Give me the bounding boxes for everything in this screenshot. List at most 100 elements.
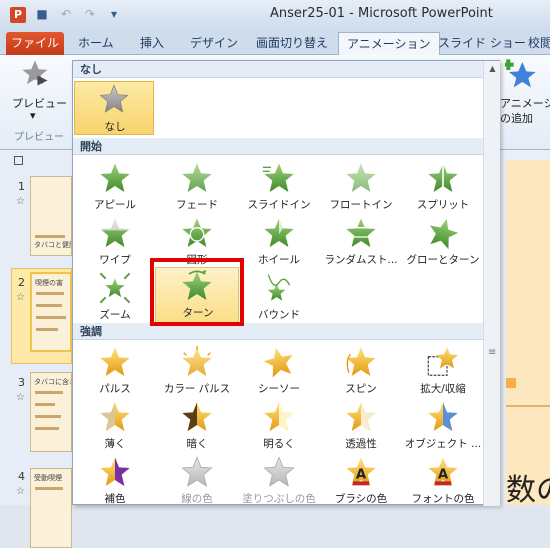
animation-float-in[interactable]: フロートイン <box>319 160 403 216</box>
item-label: フェード <box>176 199 218 211</box>
animation-fly-in[interactable]: スライドイン <box>237 160 321 216</box>
animation-pulse[interactable]: パルス <box>73 344 157 400</box>
tab-review[interactable]: 校閲 <box>528 32 550 55</box>
animation-wheel[interactable]: ホイール <box>237 215 321 271</box>
preview-star-icon[interactable] <box>20 58 50 88</box>
color-pulse-star-icon <box>182 346 212 376</box>
gallery-scrollbar[interactable]: ▲ ≡ <box>483 61 500 506</box>
transparency-star-icon <box>346 402 376 431</box>
svg-text:A: A <box>438 468 449 483</box>
animation-object-color[interactable]: オブジェクト ... <box>401 399 485 455</box>
add-animation-star-icon[interactable] <box>505 58 537 90</box>
animation-color-pulse[interactable]: カラー パルス <box>155 344 239 400</box>
slide-number: 3 <box>18 376 25 389</box>
slide-canvas[interactable]: 数の <box>500 150 550 508</box>
lighten-star-icon <box>264 402 294 431</box>
section-emphasis-header: 強調 <box>73 323 483 340</box>
preview-group-label: プレビュー <box>14 132 64 143</box>
animation-teeter[interactable]: シーソー <box>237 344 321 400</box>
teeter-star-icon <box>263 346 295 378</box>
slide-decoration <box>506 378 516 388</box>
slide-divider <box>506 405 550 407</box>
grow-shrink-star-icon <box>427 347 458 376</box>
slide-number: 2 <box>18 276 25 289</box>
item-label: グローとターン <box>406 254 480 266</box>
redo-icon[interactable]: ↷ <box>82 7 98 21</box>
slides-tab-icon[interactable] <box>14 156 23 165</box>
item-label: シーソー <box>258 383 300 395</box>
animation-fade[interactable]: フェード <box>155 160 239 216</box>
preview-dropdown-icon[interactable]: ▾ <box>30 109 36 122</box>
scroll-up-icon[interactable]: ▲ <box>484 61 501 77</box>
animation-brush-color[interactable]: A ブラシの色 <box>319 454 403 510</box>
slide-title-text: 数の <box>506 473 550 508</box>
item-label: 塗りつぶしの色 <box>242 493 316 505</box>
slide-thumbnail-1[interactable]: タバコと健康 <box>30 176 72 256</box>
add-animation-label-2[interactable]: の追加 <box>500 110 533 126</box>
tab-home[interactable]: ホーム <box>78 32 114 55</box>
animation-transparency[interactable]: 透過性 <box>319 399 403 455</box>
item-label: ホイール <box>258 254 300 266</box>
selection-highlight-box <box>150 258 244 326</box>
animation-gallery: なし なし 開始 アピール フェード スライドイン フロートイン スプリット ワ… <box>72 60 500 506</box>
scroll-grip-icon[interactable]: ≡ <box>488 348 496 358</box>
tab-slideshow[interactable]: スライド ショー <box>438 32 526 55</box>
undo-icon[interactable]: ↶ <box>58 7 74 21</box>
item-label: 拡大/収縮 <box>420 383 466 395</box>
item-label: 明るく <box>263 438 295 450</box>
slide-number: 4 <box>18 470 25 483</box>
fade-star-icon <box>182 163 212 192</box>
item-label: スライドイン <box>247 199 311 211</box>
animation-wipe[interactable]: ワイプ <box>73 215 157 271</box>
tab-animations[interactable]: アニメーション <box>338 32 440 55</box>
save-icon[interactable]: ■ <box>34 7 50 21</box>
add-animation-label[interactable]: アニメーション <box>500 95 550 111</box>
grow-turn-star-icon <box>427 217 459 249</box>
animation-random-bars[interactable]: ランダムスト... <box>319 215 403 271</box>
wipe-star-icon <box>100 218 130 247</box>
animation-grow-turn[interactable]: グローとターン <box>401 215 485 271</box>
item-label: アピール <box>94 199 136 211</box>
item-label: なし <box>104 121 126 133</box>
section-none-header: なし <box>73 61 483 78</box>
animation-split[interactable]: スプリット <box>401 160 485 216</box>
animation-star-icon: ☆ <box>16 486 25 497</box>
slide-number: 1 <box>18 180 25 193</box>
animation-bounce[interactable]: バウンド <box>237 270 321 326</box>
animation-complementary-color[interactable]: 補色 <box>73 454 157 510</box>
spin-star-icon <box>346 347 376 376</box>
tab-insert[interactable]: 挿入 <box>140 32 164 55</box>
animation-desaturate[interactable]: 薄く <box>73 399 157 455</box>
animation-fill-color[interactable]: 塗りつぶしの色 <box>237 454 321 510</box>
animation-line-color[interactable]: 線の色 <box>155 454 239 510</box>
animation-darken[interactable]: 暗く <box>155 399 239 455</box>
animation-grow-shrink[interactable]: 拡大/収縮 <box>401 344 485 400</box>
random-bars-star-icon <box>345 218 377 247</box>
zoom-star-icon <box>99 272 131 304</box>
wheel-star-icon <box>264 218 294 247</box>
tab-transitions[interactable]: 画面切り替え <box>256 32 328 55</box>
slide-thumbnail-4[interactable]: 受動喫煙 <box>30 468 72 548</box>
object-color-star-icon <box>428 402 458 431</box>
slide-thumbnail-2[interactable]: 喫煙の害 <box>30 272 72 352</box>
animation-appear[interactable]: アピール <box>73 160 157 216</box>
animation-font-color[interactable]: A フォントの色 <box>401 454 485 510</box>
pulse-star-icon <box>100 347 130 376</box>
item-label: オブジェクト ... <box>404 438 482 450</box>
animation-spin[interactable]: スピン <box>319 344 403 400</box>
tab-design[interactable]: デザイン <box>190 32 238 55</box>
customize-qat-icon[interactable]: ▾ <box>106 7 122 21</box>
complementary-color-star-icon <box>100 457 130 486</box>
animation-none[interactable]: なし <box>74 81 154 135</box>
slide-thumbnail-3[interactable]: タバコに含まれる <box>30 372 72 452</box>
animation-zoom[interactable]: ズーム <box>73 270 157 326</box>
tab-file[interactable]: ファイル <box>6 32 64 55</box>
item-label: ブラシの色 <box>334 493 388 505</box>
animation-lighten[interactable]: 明るく <box>237 399 321 455</box>
preview-button[interactable]: プレビュー <box>12 95 67 111</box>
section-entrance-header: 開始 <box>73 138 483 155</box>
item-label: 暗く <box>186 438 208 450</box>
item-label: フロートイン <box>329 199 393 211</box>
ribbon-tabs: ファイル ホーム 挿入 デザイン 画面切り替え アニメーション スライド ショー… <box>0 30 550 55</box>
powerpoint-app-icon[interactable]: P <box>10 7 26 23</box>
